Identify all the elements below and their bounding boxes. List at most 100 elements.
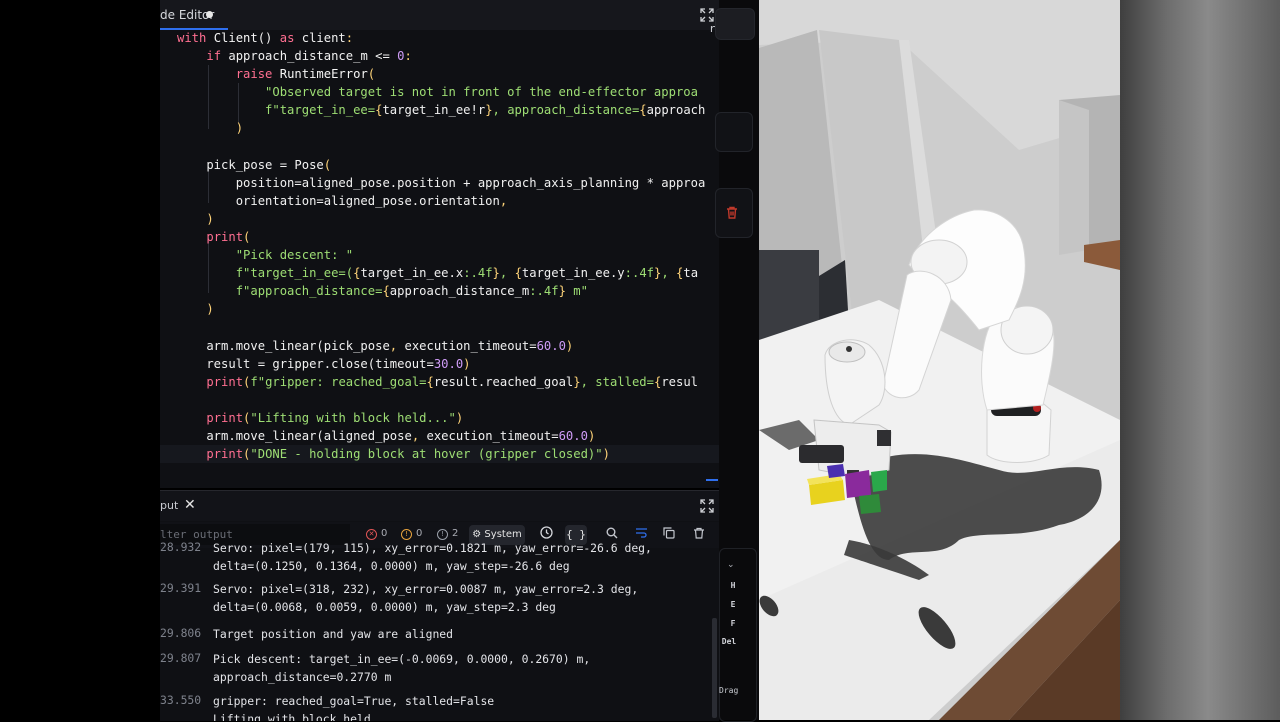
code-token: "DONE - holding block at hover (gripper … [250, 447, 603, 462]
close-icon[interactable]: ✕ [184, 497, 196, 513]
log-message: gripper: reached_goal=True, stalled=Fals… [213, 694, 495, 721]
error-count[interactable]: ✕ 0 [366, 528, 387, 540]
code-token: , [499, 193, 508, 208]
log-message: Target position and yaw are aligned [213, 627, 454, 641]
simulation-viewport[interactable] [759, 0, 1120, 720]
code-line[interactable]: f"approach_distance={approach_distance_m… [177, 282, 719, 300]
code-token: { [514, 266, 522, 281]
code-line[interactable]: f"target_in_ee=({target_in_ee.x:.4f}, {t… [177, 264, 719, 282]
code-token: ) [235, 121, 244, 136]
code-line[interactable]: ) [177, 119, 719, 137]
code-token: print [206, 410, 244, 425]
code-token: "Lifting with block held..." [250, 410, 456, 425]
code-token: ( [367, 67, 376, 82]
code-token: :.4f [529, 284, 559, 299]
trash-icon[interactable] [726, 204, 738, 223]
copy-icon[interactable] [660, 526, 678, 544]
code-token: :.4f [463, 266, 493, 281]
log-scrollbar[interactable] [712, 618, 717, 718]
code-token: } [558, 284, 566, 299]
info-icon: ! [437, 529, 448, 540]
code-token: Client [213, 31, 258, 45]
code-token: RuntimeError [279, 67, 368, 82]
code-token: ) [602, 447, 610, 462]
code-area[interactable]: with Client() as client: if approach_dis… [160, 29, 719, 464]
trash-icon[interactable] [690, 526, 708, 544]
code-token: resul [661, 374, 699, 389]
code-line[interactable]: orientation=aligned_pose.orientation, [177, 192, 719, 210]
code-token: ) [587, 429, 596, 444]
sidebar-panel[interactable] [715, 112, 753, 152]
log-timestamp: 29.807 [160, 651, 202, 665]
code-token: position=aligned_pose.position + approac… [177, 175, 706, 190]
code-line[interactable]: arm.move_linear(aligned_pose, execution_… [177, 427, 719, 445]
shortcut-key: H [730, 581, 736, 590]
output-tab-title[interactable]: put [160, 499, 178, 512]
log-timestamp: 29.806 [160, 626, 202, 640]
code-line[interactable]: with Client() as client: [177, 29, 719, 47]
drag-label: Drag [719, 686, 739, 695]
expand-icon[interactable] [700, 8, 714, 22]
log-message: Servo: pixel=(179, 115), xy_error=0.1821… [213, 541, 652, 573]
code-token: ( [323, 157, 332, 172]
code-line[interactable]: if approach_distance_m <= 0: [177, 47, 719, 65]
code-line[interactable]: raise RuntimeError( [177, 65, 719, 83]
shortcuts-card [719, 548, 757, 722]
info-count[interactable]: ! 2 [437, 528, 458, 540]
code-token: if [206, 49, 229, 64]
code-token: , [499, 266, 515, 281]
code-token: f"target_in_ee=( [177, 266, 354, 281]
code-token: ) [206, 211, 214, 226]
code-line[interactable]: result = gripper.close(timeout=30.0) [177, 355, 719, 373]
code-line[interactable]: print( [177, 228, 719, 246]
sidebar-panel-top[interactable] [715, 8, 755, 40]
warning-count[interactable]: ! 0 [401, 528, 422, 540]
code-token: f"target_in_ee= [177, 103, 376, 118]
left-margin [0, 0, 160, 720]
code-token: arm.move_linear(pick_pose [177, 338, 390, 353]
code-line[interactable]: position=aligned_pose.position + approac… [177, 174, 719, 192]
code-token: print [206, 447, 244, 462]
code-line[interactable]: print("DONE - holding block at hover (gr… [160, 445, 719, 464]
code-token: orientation=aligned_pose.orientation [177, 193, 500, 208]
code-line[interactable]: pick_pose = Pose( [177, 156, 719, 174]
code-token: ta [683, 266, 699, 281]
code-line[interactable]: "Pick descent: " [177, 246, 719, 264]
gear-icon: ⚙ [472, 529, 482, 540]
code-token: , [661, 266, 677, 281]
error-icon: ✕ [366, 529, 377, 540]
expand-icon[interactable] [700, 499, 714, 513]
code-token: :.4f [624, 266, 655, 281]
code-line[interactable]: arm.move_linear(pick_pose, execution_tim… [177, 337, 719, 355]
code-line[interactable]: print("Lifting with block held...") [177, 409, 719, 427]
code-token: f"approach_distance= [177, 284, 383, 299]
code-token: f"gripper: reached_goal= [250, 374, 427, 389]
code-token: ) [463, 356, 471, 371]
code-token: approach_distance_m [389, 284, 530, 299]
editor-scroll-indicator [706, 479, 718, 481]
shortcut-key: E [730, 600, 736, 609]
code-token: result = gripper.close(timeout= [177, 356, 434, 371]
code-line[interactable]: ) [177, 300, 719, 318]
code-line[interactable]: print(f"gripper: reached_goal={result.re… [177, 373, 719, 391]
properties-sidebar: r ⌄ H E F Del Drag [709, 0, 759, 722]
shortcut-key: Del [721, 637, 737, 646]
code-line[interactable] [177, 319, 719, 337]
code-token: target_in_ee.x [360, 266, 464, 281]
code-token: print [206, 374, 244, 389]
code-line[interactable] [177, 391, 719, 409]
warning-icon: ! [401, 529, 412, 540]
code-line[interactable] [177, 138, 719, 156]
code-token: { [426, 374, 434, 389]
log-message: Pick descent: target_in_ee=(-0.0069, 0.0… [213, 652, 591, 684]
code-line[interactable]: ) [177, 210, 719, 228]
code-line[interactable]: "Observed target is not in front of the … [177, 83, 719, 101]
code-line[interactable]: f"target_in_ee= {target_in_ee!r}, approac… [177, 101, 719, 119]
code-token: { [382, 284, 390, 299]
log-timestamp: 28.932 [160, 540, 202, 554]
